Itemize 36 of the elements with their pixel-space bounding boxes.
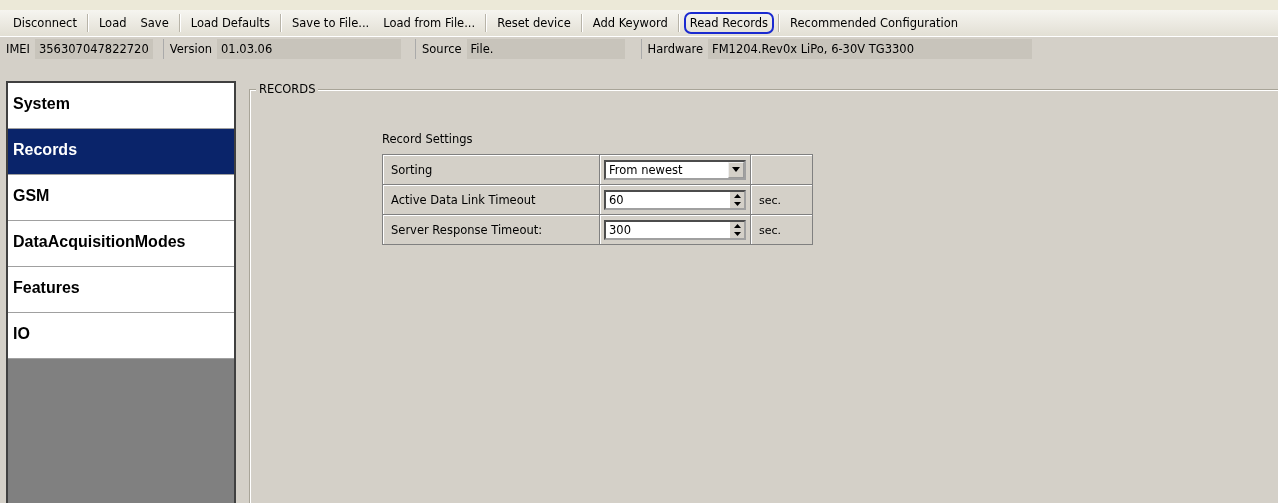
toolbar-button[interactable]: Disconnect xyxy=(7,12,83,34)
sidebar-item[interactable]: Features xyxy=(8,267,234,313)
info-label: Hardware xyxy=(647,42,705,56)
toolbar-button[interactable]: Load from File... xyxy=(377,12,482,34)
sidebar-item[interactable]: GSM xyxy=(8,175,234,221)
dropdown[interactable]: From newest xyxy=(604,159,746,180)
section-title: Record Settings xyxy=(382,132,474,146)
toolbar-button[interactable]: Save to File... xyxy=(286,12,376,34)
info-value: File. xyxy=(466,39,625,59)
spinner-arrows-icon[interactable] xyxy=(730,221,744,238)
info-value: 356307047822720 xyxy=(35,39,153,59)
spinner-field[interactable]: 60 xyxy=(604,189,746,210)
toolbar-button[interactable]: Read Records xyxy=(683,12,775,34)
setting-label: Active Data Link Timeout xyxy=(382,184,600,215)
unit-label: sec. xyxy=(759,223,782,237)
sidebar-item[interactable]: DataAcquisitionModes xyxy=(8,221,234,267)
toolbar-button[interactable]: Reset device xyxy=(491,12,577,34)
setting-label: Server Response Timeout: xyxy=(382,214,600,245)
spinner-field[interactable]: 300 xyxy=(604,219,746,240)
info-label: Version xyxy=(169,42,214,56)
toolbar-button[interactable]: Recommended Configuration xyxy=(784,12,965,34)
toolbar-button[interactable]: Save xyxy=(134,12,175,34)
toolbar-button[interactable]: Add Keyword xyxy=(586,12,674,34)
unit-label: sec. xyxy=(759,193,782,207)
group-title: RECORDS xyxy=(256,82,319,96)
info-value: 01.03.06 xyxy=(217,39,402,59)
sidebar-item[interactable]: System xyxy=(8,83,234,129)
info-label: Source xyxy=(422,42,463,56)
spinner-arrows-icon[interactable] xyxy=(730,191,744,208)
sidebar-item[interactable]: Records xyxy=(8,129,234,175)
info-value: FM1204.Rev0x LiPo, 6-30V TG3300 xyxy=(708,39,1033,59)
toolbar-button[interactable]: Load Defaults xyxy=(184,12,276,34)
info-label: IMEI xyxy=(6,42,31,56)
toolbar-button[interactable]: Load xyxy=(92,12,133,34)
setting-label: Sorting xyxy=(382,154,600,185)
sidebar-item[interactable]: IO xyxy=(8,313,234,359)
